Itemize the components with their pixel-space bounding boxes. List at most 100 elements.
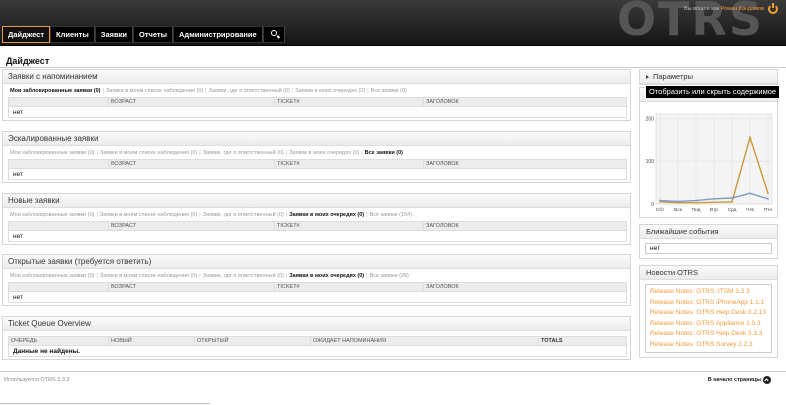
filter-link[interactable]: Заявки в моем списке наблюдения (0) [100,150,197,156]
arrow-up-icon[interactable] [763,376,771,384]
filter-link[interactable]: Заявки в моих очередях (0) [295,88,365,94]
triangle-right-icon [646,75,649,80]
ticket-filters: Мои заблокированные заявки (0) | Заявки в … [3,84,630,97]
ticket-table: ВОЗРАСТ TICKET# ЗАГОЛОВОК нет [8,159,627,180]
widget-title[interactable]: Ticket Queue Overview [3,317,630,331]
user-name-link[interactable]: Роман Кандамов [721,6,764,12]
y-tick-label: 100 [646,159,655,165]
filter-separator: | [96,273,98,279]
data-point [767,192,769,195]
nav-reports[interactable]: Отчеты [133,26,174,43]
news-title[interactable]: Новости OTRS [640,266,777,280]
filter-separator: | [285,212,288,218]
filter-link[interactable]: Заявки, где я ответственный (0) [203,212,284,218]
news-link[interactable]: Release Notes: OTRS Help Desk 3.2.13 [650,308,767,319]
col-pending: ОЖИДАЕТ НАПОМИНАНИЯ [310,336,539,346]
widget-title[interactable]: Новые заявки [3,194,630,208]
settings-box: Параметры [639,69,778,85]
col-ticket-number[interactable]: TICKET# [274,97,424,107]
news-link[interactable]: Release Notes: OTRS Appliance 1.0.3 [650,319,767,330]
filter-link[interactable]: Заявки в моем списке наблюдения (0) [100,273,197,279]
filter-link[interactable]: Все заявки (28) [370,273,409,279]
filter-link[interactable]: Заявки в моем списке наблюдения (0) [106,88,203,94]
empty-cell: нет [8,106,627,118]
news-link[interactable]: Release Notes: OTRS Survey 2.2.3 [650,340,767,351]
filter-separator: | [367,88,369,94]
nav-dashboard[interactable]: Дайджест [2,26,51,43]
col-ticket-number[interactable]: TICKET# [274,159,424,169]
settings-toggle[interactable]: Параметры [640,70,777,84]
col-age[interactable]: ВОЗРАСТ [108,97,275,107]
col-icons [8,97,109,107]
toggle-tooltip: Отобразить или скрыть содержимое [646,86,780,98]
filter-link[interactable]: Все заявки (0) [365,150,403,156]
widget-new-tickets: Новые заявки Мои заблокированные заявки … [2,193,631,245]
title-divider [0,67,786,68]
filter-link[interactable]: Все заявки (154) [370,212,412,218]
filter-link[interactable]: Заявки, где я ответственный (0) [203,150,284,156]
col-age[interactable]: ВОЗРАСТ [108,282,275,292]
col-title[interactable]: ЗАГОЛОВОК [423,159,627,169]
no-data-cell: Данные не найдены. [8,345,627,357]
y-tick-label: 0 [651,202,654,208]
filter-link[interactable]: Мои заблокированные заявки (0) [10,150,94,156]
data-point [659,199,661,202]
filter-link[interactable]: Заявки в моих очередях (0) [289,273,364,279]
filter-separator: | [205,88,207,94]
news-link[interactable]: Release Notes: OTRS Help Desk 3.3.3 [650,329,767,340]
col-age[interactable]: ВОЗРАСТ [108,221,275,231]
col-title[interactable]: ЗАГОЛОВОК [423,97,627,107]
col-title[interactable]: ЗАГОЛОВОК [423,221,627,231]
col-totals: TOTALS [538,336,627,346]
empty-cell: нет [8,230,627,242]
filter-separator: | [366,273,368,279]
nav-admin[interactable]: Администрирование [173,26,263,43]
col-title[interactable]: ЗАГОЛОВОК [423,282,627,292]
filter-separator: | [199,212,201,218]
empty-cell: нет [8,168,627,180]
user-info: Вы вошли как Роман Кандамов [684,6,764,12]
app-header: OTRS Вы вошли как Роман Кандамов Дайджес… [0,0,786,46]
ticket-filters: Мои заблокированные заявки (0) | Заявки в … [3,146,630,159]
filter-link[interactable]: Заявки, где я ответственный (0) [203,273,284,279]
ticket-stats-chart: 0 100 200 Сбт Вск Пнд Втр Срд Чтв Птн [646,113,772,213]
data-point [731,200,733,203]
x-tick-label: Чтв [746,207,754,213]
ticket-filters: Мои заблокированные заявки (0) | Заявки в … [3,269,630,282]
x-tick-label: Втр [710,207,718,213]
bottom-divider [0,403,210,404]
widget-title[interactable]: Открытые заявки (требуется ответить) [3,255,630,269]
col-icons [8,221,109,231]
table-row: нет [8,106,627,118]
search-icon [270,30,277,36]
data-point [767,197,769,200]
filter-link[interactable]: Мои заблокированные заявки (0) [10,212,94,218]
events-title[interactable]: Ближайшие события [640,225,777,239]
queue-table: ОЧЕРЕДЬ НОВЫЙ ОТКРЫТЫЙ ОЖИДАЕТ НАПОМИНАН… [8,336,627,357]
filter-link[interactable]: Мои заблокированные заявки (0) [10,273,94,279]
filter-link[interactable]: Заявки, где я ответственный (0) [209,88,290,94]
col-ticket-number[interactable]: TICKET# [274,282,424,292]
x-tick-label: Сбт [656,207,665,213]
empty-cell: нет [8,291,627,303]
nav-search[interactable] [262,26,285,43]
col-age[interactable]: ВОЗРАСТ [108,159,275,169]
back-to-top-link[interactable]: В начало страницы [708,377,761,383]
filter-link[interactable]: Заявки в моих очередях (0) [289,150,359,156]
logout-icon[interactable] [768,3,778,14]
news-link[interactable]: Release Notes: OTRS iPhoneApp 1.1.1 [650,298,767,309]
settings-label: Параметры [653,72,693,81]
data-point [695,201,697,204]
filter-link[interactable]: Заявки в моем списке наблюдения (0) [100,212,197,218]
col-ticket-number[interactable]: TICKET# [274,221,424,231]
filter-link[interactable]: Мои заблокированные заявки (0) [10,88,100,94]
nav-tickets[interactable]: Заявки [94,26,133,43]
news-link[interactable]: Release Notes: OTRS::ITSM 3.3.3 [650,287,767,298]
filter-link[interactable]: Заявки в моих очередях (0) [289,212,364,218]
widget-title[interactable]: Заявки с напоминанием [3,70,630,84]
filter-separator: | [285,273,288,279]
widget-title[interactable]: Эскалированные заявки [3,132,630,146]
data-point [749,136,751,139]
filter-link[interactable]: Все заявки (0) [371,88,407,94]
nav-customers[interactable]: Клиенты [50,26,95,43]
